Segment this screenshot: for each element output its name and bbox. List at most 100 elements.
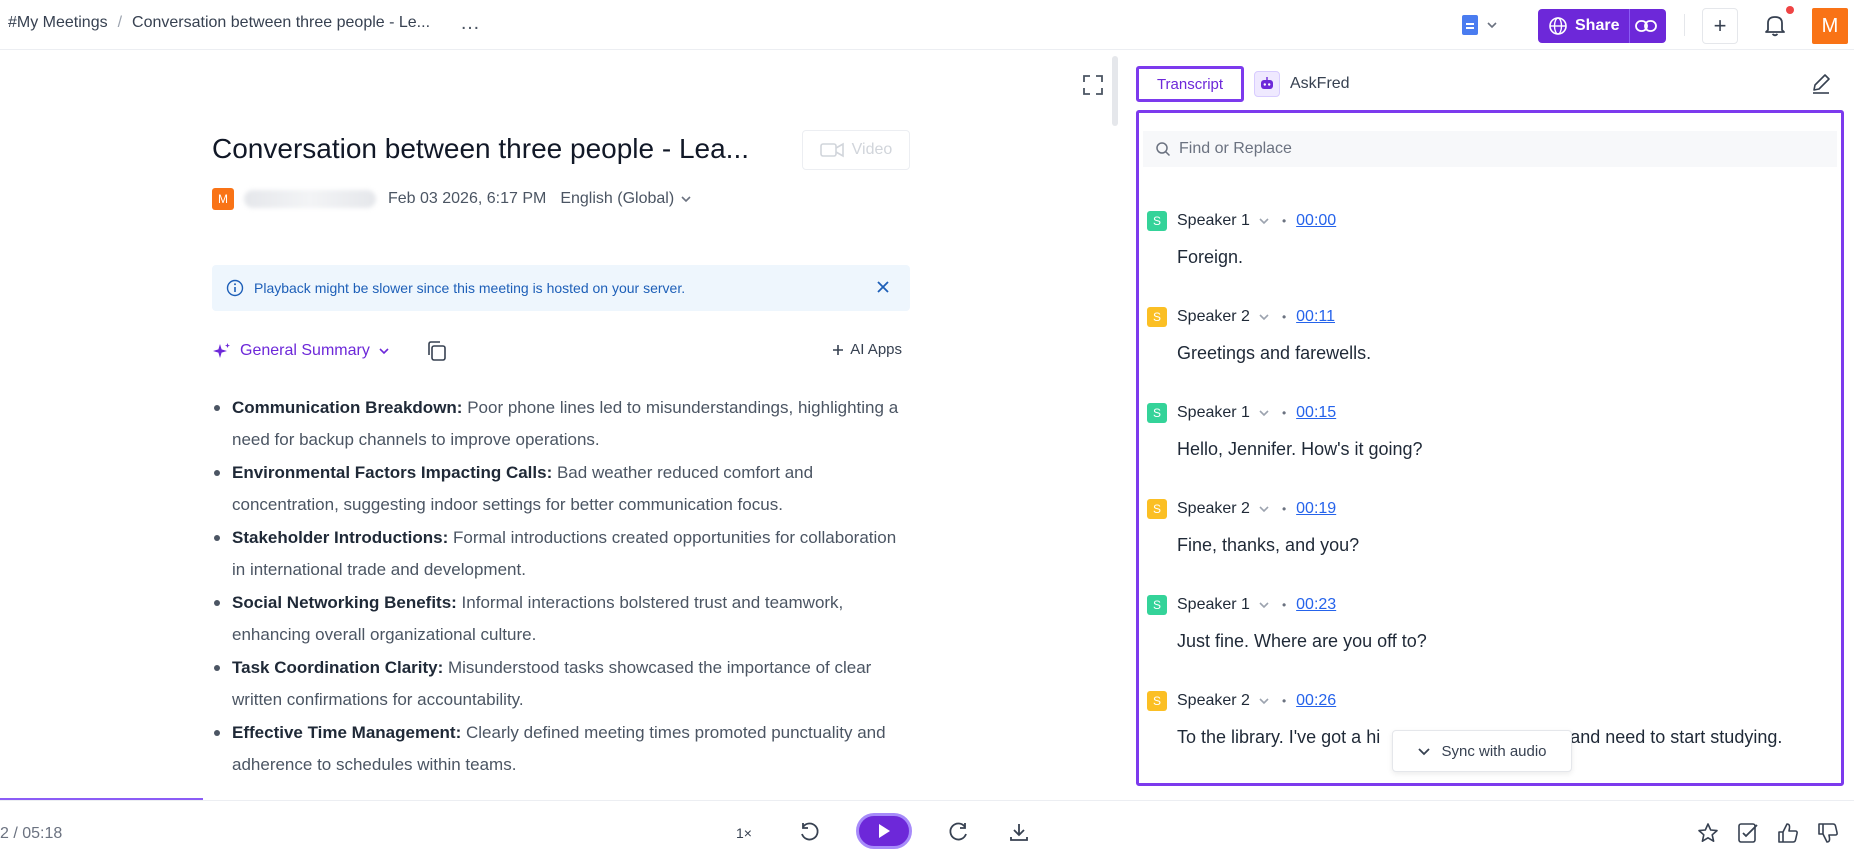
add-button[interactable]: +: [1702, 8, 1738, 44]
transcript-text: Just fine. Where are you off to?: [1177, 631, 1427, 651]
chevron-down-icon[interactable]: [1258, 311, 1270, 323]
transcript-text-start: To the library. I've got a hi: [1177, 727, 1381, 747]
playback-time: 2 / 05:18: [0, 825, 63, 842]
list-item: Social Networking Benefits: Informal int…: [212, 587, 912, 651]
organizer-avatar: M: [212, 188, 234, 210]
playback-speed-button[interactable]: 1×: [736, 825, 752, 841]
link-icon: [1635, 20, 1657, 32]
separator-dot: •: [1281, 406, 1287, 420]
share-main[interactable]: Share: [1538, 9, 1629, 43]
transcript-text-end: and need to start studying.: [1570, 727, 1783, 747]
copy-link-button[interactable]: [1629, 9, 1661, 43]
bell-icon[interactable]: [1762, 12, 1788, 38]
summary-toolbar: General Summary AI Apps: [212, 338, 910, 364]
timestamp-link[interactable]: 00:26: [1296, 692, 1336, 710]
sync-with-audio-button[interactable]: Sync with audio: [1392, 730, 1572, 772]
player-bar: 2 / 05:18 1×: [0, 800, 1854, 859]
speaker-name[interactable]: Speaker 1: [1177, 404, 1250, 422]
user-avatar[interactable]: M: [1812, 8, 1848, 44]
play-icon: [879, 824, 890, 838]
video-camera-icon: [819, 142, 844, 158]
share-button[interactable]: Share: [1538, 9, 1666, 43]
find-replace-input[interactable]: Find or Replace: [1143, 131, 1837, 167]
separator-dot: •: [1281, 502, 1287, 516]
video-button[interactable]: Video: [802, 130, 910, 170]
plus-icon: [833, 344, 844, 355]
ai-apps-button[interactable]: AI Apps: [832, 341, 902, 358]
playback-warning-banner: Playback might be slower since this meet…: [212, 265, 910, 311]
export-doc-button[interactable]: [1462, 12, 1510, 38]
speaker-name[interactable]: Speaker 2: [1177, 692, 1250, 710]
header-divider: [1684, 14, 1685, 36]
chevron-down-icon[interactable]: [1258, 407, 1270, 419]
transcript-entry: S Speaker 2 • 00:19 Fine, thanks, and yo…: [1147, 499, 1837, 556]
list-item: Communication Breakdown: Poor phone line…: [212, 392, 912, 456]
timestamp-link[interactable]: 00:15: [1296, 404, 1336, 422]
banner-text: Playback might be slower since this meet…: [254, 280, 686, 296]
timestamp-link[interactable]: 00:23: [1296, 596, 1336, 614]
list-item: Task Coordination Clarity: Misunderstood…: [212, 652, 912, 716]
meeting-title: Conversation between three people - Lea.…: [212, 133, 750, 164]
breadcrumb-separator: /: [117, 14, 123, 31]
separator-dot: •: [1281, 214, 1287, 228]
speaker-name[interactable]: Speaker 1: [1177, 212, 1250, 230]
tab-transcript[interactable]: Transcript: [1136, 66, 1244, 102]
play-button[interactable]: [856, 813, 912, 849]
list-item: Effective Time Management: Clearly defin…: [212, 717, 912, 781]
right-tabs: Transcript AskFred: [1136, 66, 1350, 102]
summary-bullets: Communication Breakdown: Poor phone line…: [212, 392, 912, 782]
speaker-avatar: S: [1147, 691, 1167, 711]
close-icon[interactable]: [874, 278, 892, 296]
bullet-title: Task Coordination Clarity:: [232, 658, 444, 677]
speaker-name[interactable]: Speaker 2: [1177, 308, 1250, 326]
bullet-title: Environmental Factors Impacting Calls:: [232, 463, 553, 482]
speaker-name[interactable]: Speaker 2: [1177, 500, 1250, 518]
chevron-down-icon: [681, 196, 691, 203]
star-icon[interactable]: [1696, 821, 1720, 845]
organizer-name-redacted: [244, 190, 376, 208]
summary-type-select[interactable]: General Summary: [212, 341, 390, 361]
timestamp-link[interactable]: 00:00: [1296, 212, 1336, 230]
rewind-icon[interactable]: [798, 821, 820, 843]
forward-icon[interactable]: [948, 821, 970, 843]
speaker-avatar: S: [1147, 403, 1167, 423]
download-icon[interactable]: [1008, 821, 1030, 843]
speaker-avatar: S: [1147, 595, 1167, 615]
timestamp-link[interactable]: 00:11: [1296, 308, 1335, 326]
bullet-title: Effective Time Management:: [232, 723, 462, 742]
transcript-text: Foreign.: [1177, 247, 1244, 267]
thumbs-down-icon[interactable]: [1816, 821, 1840, 845]
transcript-text: Greetings and farewells.: [1177, 343, 1372, 363]
chevron-down-icon[interactable]: [1258, 695, 1270, 707]
transcript-entry: S Speaker 1 • 00:23 Just fine. Where are…: [1147, 595, 1837, 652]
transcript-entry: S Speaker 2 • 00:11 Greetings and farewe…: [1147, 307, 1837, 364]
chevron-down-icon: [1418, 748, 1431, 756]
document-icon: [1462, 15, 1478, 35]
separator-dot: •: [1281, 694, 1287, 708]
separator-dot: •: [1281, 598, 1287, 612]
language-select[interactable]: English (Global): [560, 190, 692, 208]
more-options-icon[interactable]: …: [460, 13, 481, 33]
chevron-down-icon[interactable]: [1258, 215, 1270, 227]
transcript-entry: S Speaker 1 • 00:00 Foreign.: [1147, 211, 1837, 268]
notes-scrollbar[interactable]: [1112, 56, 1118, 126]
speaker-avatar: S: [1147, 499, 1167, 519]
bullet-title: Stakeholder Introductions:: [232, 528, 449, 547]
chevron-down-icon[interactable]: [1258, 503, 1270, 515]
meeting-date: Feb 03 2026, 6:17 PM: [388, 190, 547, 207]
breadcrumb-root[interactable]: #My Meetings: [8, 14, 108, 32]
tab-askfred[interactable]: AskFred: [1254, 71, 1350, 97]
share-label: Share: [1575, 17, 1620, 34]
bullet-title: Communication Breakdown:: [232, 398, 463, 417]
chevron-down-icon[interactable]: [1258, 599, 1270, 611]
chevron-down-icon: [1487, 22, 1497, 29]
task-check-icon[interactable]: [1736, 821, 1760, 845]
copy-icon[interactable]: [426, 340, 448, 362]
edit-pencil-icon[interactable]: [1810, 72, 1832, 94]
speaker-name[interactable]: Speaker 1: [1177, 596, 1250, 614]
timestamp-link[interactable]: 00:19: [1296, 500, 1336, 518]
list-item: Stakeholder Introductions: Formal introd…: [212, 522, 912, 586]
thumbs-up-icon[interactable]: [1776, 821, 1800, 845]
breadcrumb-current[interactable]: Conversation between three people - Le..…: [132, 14, 430, 32]
fullscreen-icon[interactable]: [1082, 74, 1104, 96]
